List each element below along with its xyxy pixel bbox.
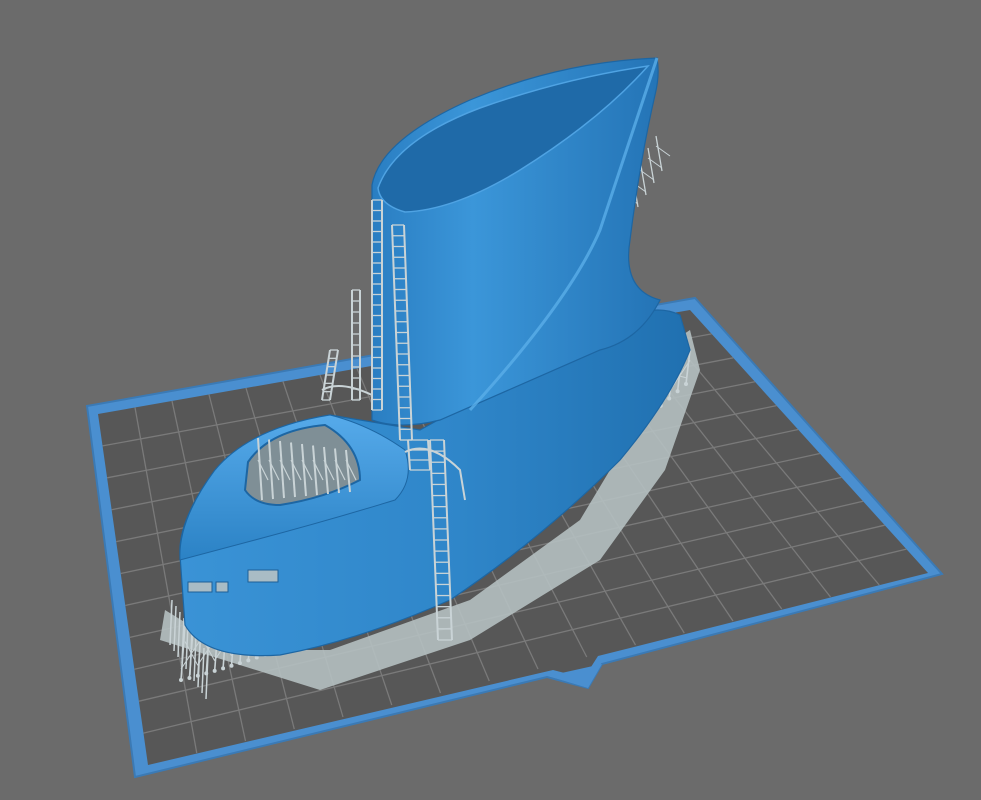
support-foot bbox=[684, 382, 688, 386]
support-foot bbox=[221, 666, 226, 671]
scene-canvas[interactable] bbox=[0, 0, 981, 800]
hull-window bbox=[187, 581, 213, 593]
3d-viewport[interactable] bbox=[0, 0, 981, 800]
support-foot bbox=[179, 678, 183, 682]
hull-window bbox=[247, 569, 279, 583]
support-foot bbox=[667, 396, 672, 401]
hull-window bbox=[215, 581, 229, 593]
support-foot bbox=[675, 389, 680, 394]
support-foot bbox=[212, 668, 217, 673]
support-foot bbox=[187, 676, 192, 681]
support-foot bbox=[229, 663, 234, 668]
support-foot bbox=[237, 661, 242, 666]
support-foot bbox=[246, 658, 251, 663]
